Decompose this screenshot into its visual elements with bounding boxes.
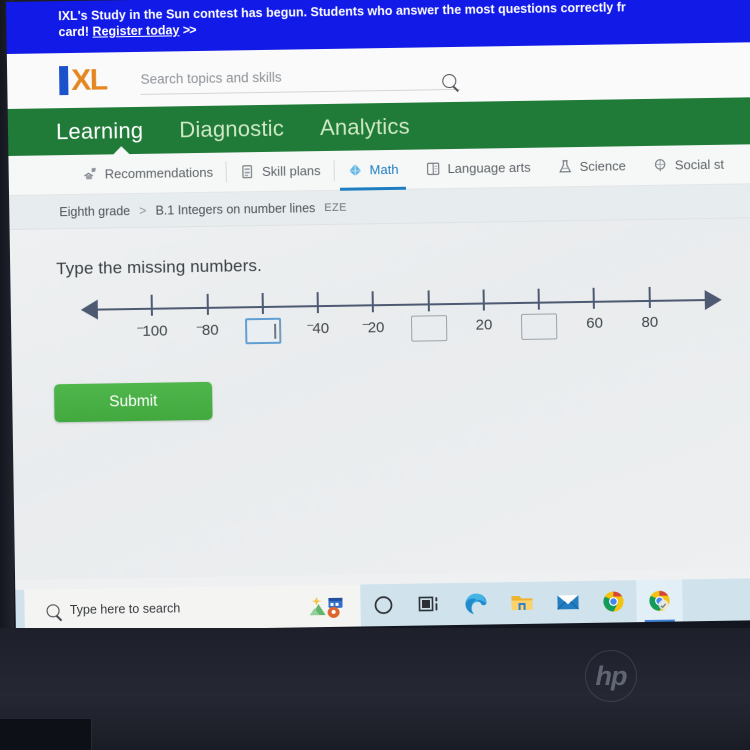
- nav-item-diagnostic[interactable]: Diagnostic: [179, 115, 284, 143]
- number-line-tick-label: 60: [586, 314, 604, 332]
- tab-social-studies[interactable]: Social st: [639, 144, 738, 186]
- search-icon[interactable]: [442, 73, 457, 88]
- taskbar-tray-area: [682, 578, 750, 622]
- tab-math[interactable]: Math: [333, 149, 412, 190]
- tab-language-arts[interactable]: Language arts: [411, 147, 544, 189]
- number-line-tick-label: –20: [362, 318, 385, 337]
- recommendations-icon: [84, 167, 97, 180]
- number-line-axis: [96, 299, 705, 311]
- logo-xl-text: XL: [70, 63, 107, 97]
- number-line-tick: [537, 288, 541, 310]
- number-line-right-arrow: [704, 289, 722, 311]
- browser-page: IXL's Study in the Sun contest has begun…: [6, 0, 750, 632]
- search-placeholder: Search topics and skills: [140, 69, 282, 87]
- question-area: Type the missing numbers. –100 –80 –40 –20 2…: [9, 218, 750, 580]
- tab-skill-plans[interactable]: Skill plans: [226, 150, 334, 192]
- globe-icon: [655, 159, 666, 172]
- submit-button[interactable]: Submit: [54, 381, 213, 423]
- laptop-bezel-seam: [0, 718, 92, 750]
- mail-icon[interactable]: [544, 581, 591, 624]
- tab-skill-plans-label: Skill plans: [261, 163, 321, 179]
- number-line-tick-label: 80: [641, 313, 659, 332]
- taskbar-search-box[interactable]: Type here to search: [24, 585, 297, 632]
- number-line-answer-input[interactable]: [521, 313, 558, 340]
- hp-brand-logo: hp: [585, 650, 637, 702]
- google-chrome-icon[interactable]: [590, 580, 637, 623]
- number-line-answer-input[interactable]: [244, 317, 282, 345]
- laptop-bezel-bottom: [0, 628, 750, 750]
- breadcrumb-grade[interactable]: Eighth grade: [59, 204, 130, 219]
- skill-plans-icon: [242, 165, 253, 179]
- number-line-tick: [206, 293, 209, 315]
- magnifier-icon: [46, 603, 60, 617]
- number-line-tick-label: –40: [307, 319, 330, 338]
- number-line-tick-label: –80: [196, 320, 219, 339]
- breadcrumb-separator: >: [139, 203, 147, 218]
- number-line-answer-input[interactable]: [410, 315, 448, 342]
- chrome-app-icon[interactable]: [636, 579, 683, 623]
- tab-recommendations-label: Recommendations: [104, 164, 214, 182]
- number-line-tick: [648, 286, 651, 308]
- tab-language-arts-label: Language arts: [447, 159, 531, 177]
- number-line-tick: [261, 292, 264, 315]
- book-icon: [426, 162, 440, 175]
- number-line-tick-label: –100: [137, 321, 168, 340]
- number-line-tick: [427, 290, 430, 312]
- number-line-tick: [371, 291, 375, 313]
- nav-item-learning[interactable]: Learning: [56, 117, 144, 144]
- tab-social-studies-label: Social st: [674, 156, 725, 173]
- promo-text-line2: card!: [58, 24, 90, 40]
- microsoft-edge-icon[interactable]: [452, 582, 499, 625]
- weather-news-widget-icon[interactable]: [295, 584, 361, 628]
- search-input[interactable]: Search topics and skills: [140, 59, 461, 95]
- number-line-tick-label: 20: [475, 316, 493, 334]
- cortana-icon[interactable]: [360, 584, 407, 627]
- question-prompt: Type the missing numbers.: [56, 256, 262, 279]
- tab-math-label: Math: [369, 161, 399, 178]
- number-line: –100 –80 –40 –20 20 60 80: [80, 279, 722, 369]
- taskbar-pinned-icons: [360, 579, 683, 627]
- windows-taskbar: Type here to search: [15, 578, 750, 632]
- logo-i-bar: [59, 66, 69, 96]
- photo-of-laptop-screen: IXL's Study in the Sun contest has begun…: [0, 0, 750, 750]
- number-line-tick: [482, 289, 485, 311]
- register-today-link[interactable]: Register today: [92, 23, 179, 38]
- nav-item-analytics[interactable]: Analytics: [320, 113, 410, 140]
- number-line-tick: [316, 292, 320, 314]
- number-line-left-arrow: [80, 299, 98, 320]
- taskbar-search-placeholder: Type here to search: [69, 601, 181, 618]
- tab-science[interactable]: Science: [543, 146, 639, 187]
- number-line-tick: [150, 294, 154, 316]
- file-explorer-icon[interactable]: [498, 582, 545, 625]
- task-view-icon[interactable]: [406, 583, 453, 626]
- ixl-logo[interactable]: XL: [59, 63, 107, 97]
- number-line-tick: [593, 287, 596, 309]
- promo-chevrons: >>: [182, 23, 196, 38]
- tab-recommendations[interactable]: Recommendations: [68, 152, 226, 194]
- promo-text-line1: IXL's Study in the Sun contest has begun…: [58, 0, 626, 24]
- tab-science-label: Science: [579, 158, 626, 175]
- breadcrumb-skill-code: EZE: [324, 201, 347, 214]
- breadcrumb-skill[interactable]: B.1 Integers on number lines: [155, 201, 315, 218]
- math-diamond-icon: [349, 164, 362, 176]
- flask-icon: [559, 160, 572, 173]
